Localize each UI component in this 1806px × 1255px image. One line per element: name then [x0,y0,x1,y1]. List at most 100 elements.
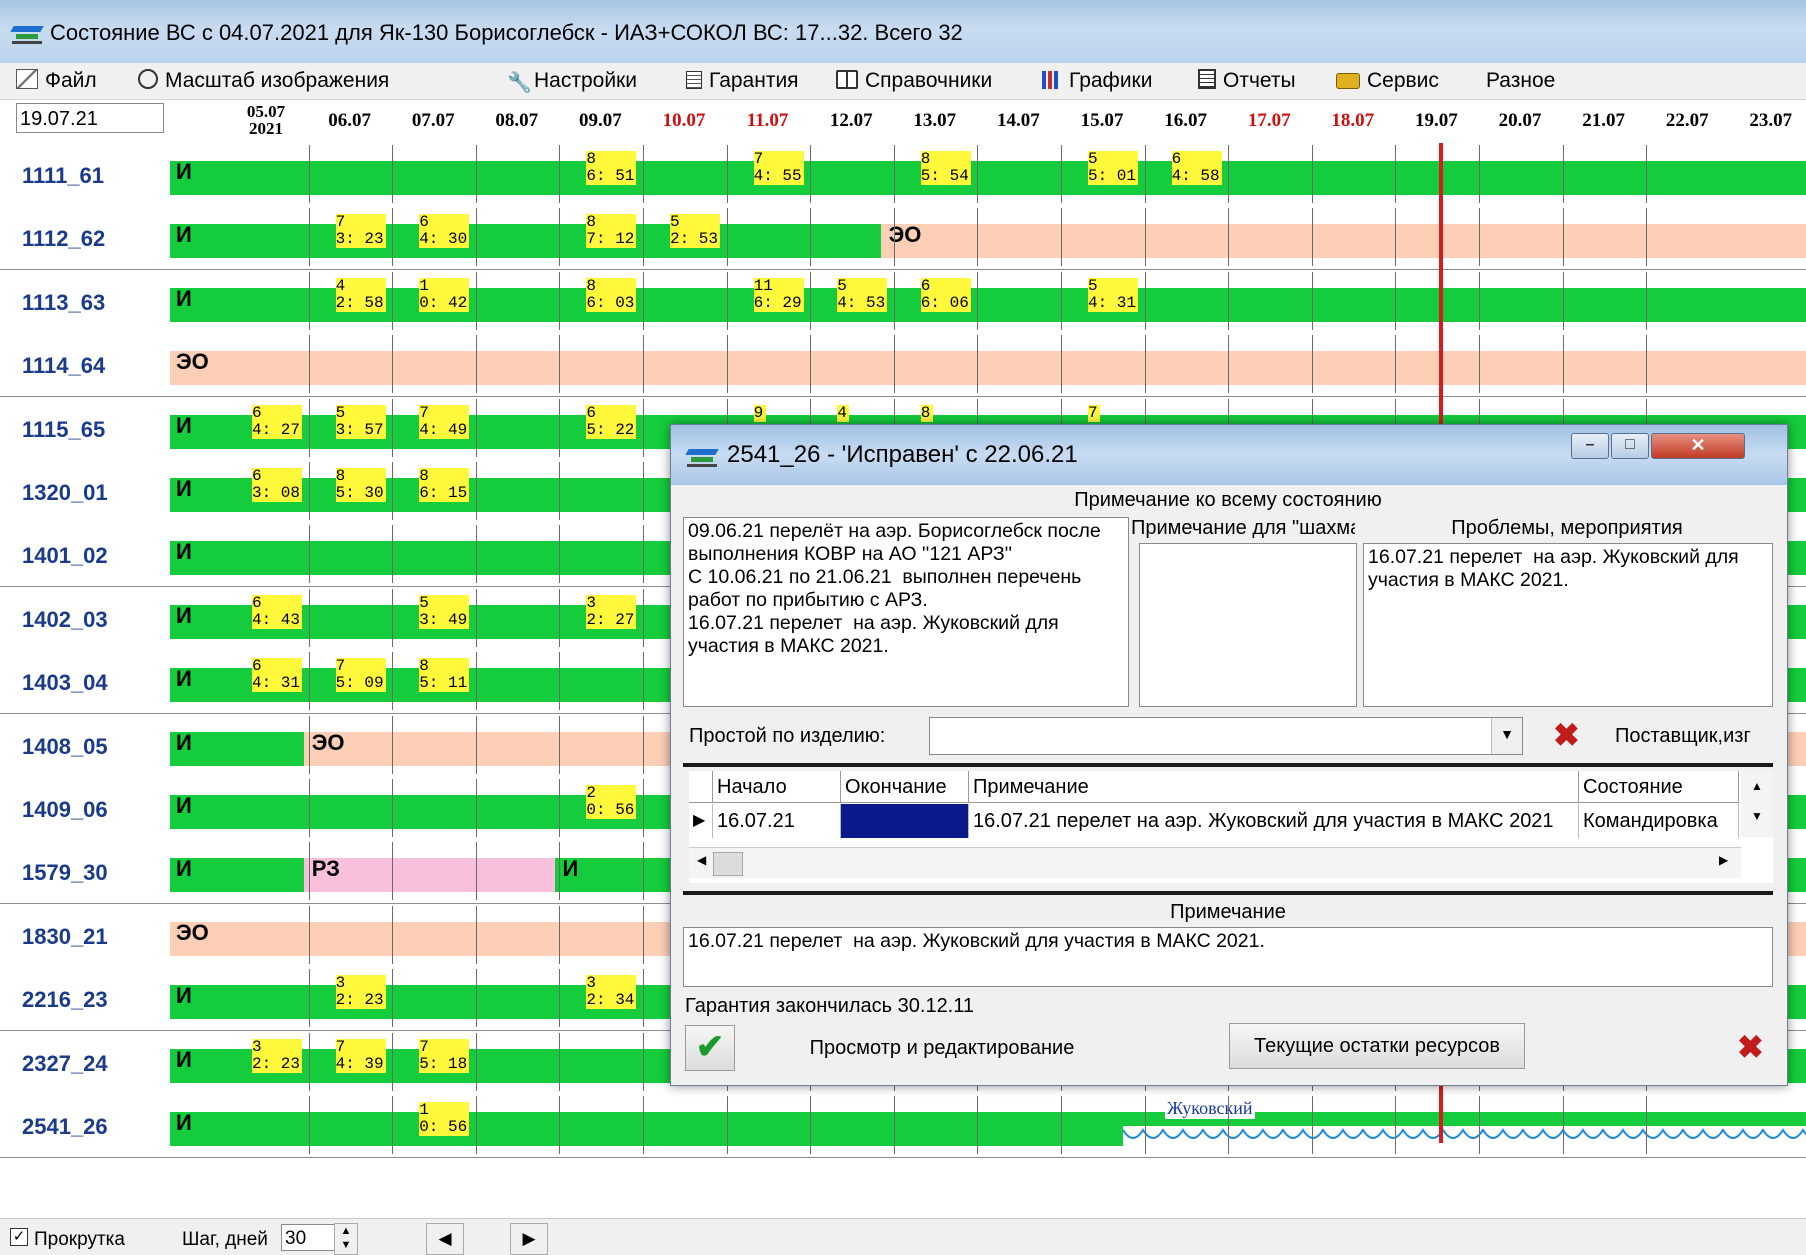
date-column-12.07[interactable]: 12.07 [811,110,891,132]
aircraft-id[interactable]: 1579_30 [22,860,108,886]
date-column-11.07[interactable]: 11.07 [728,110,808,132]
flight-marker[interactable]: 7 [1088,404,1100,422]
view-edit-button[interactable]: Просмотр и редактирование [735,1025,1149,1071]
scroll-checkbox[interactable]: ✓ [10,1228,28,1246]
aircraft-id[interactable]: 2541_26 [22,1114,108,1140]
date-column-22.07[interactable]: 22.07 [1647,110,1727,132]
flight-marker[interactable]: 6 6: 06 [920,277,971,312]
cancel-x-button[interactable]: ✖ [1737,1029,1764,1065]
flight-marker[interactable]: 7 5: 09 [335,658,386,693]
flight-marker[interactable]: 6 4: 30 [419,214,470,249]
state-bar-green[interactable] [170,287,1806,322]
dialog-close-button[interactable]: ✕ [1651,433,1745,459]
date-column-10.07[interactable]: 10.07 [644,110,724,132]
scroll-next-button[interactable]: ▶ [510,1223,548,1255]
aircraft-row-1113_63[interactable]: 1113_63 И 4 2: 58 1 0: 42 8 6: 03 11 6: 29 5 4: 53 6… [0,269,1806,334]
menu-misc[interactable]: Разное [1486,69,1555,93]
state-bar-green[interactable] [170,1112,1124,1146]
date-column-15.07[interactable]: 15.07 [1062,110,1142,132]
flight-marker[interactable]: 5 2: 53 [670,214,721,249]
supplier-label[interactable]: Поставщик,изг [1615,725,1775,748]
flight-marker[interactable]: 8 7: 12 [586,214,637,249]
dialog-titlebar[interactable]: 2541_26 - 'Исправен' с 22.06.21 – □ ✕ [671,425,1787,485]
date-column-20.07[interactable]: 20.07 [1480,110,1560,132]
aircraft-id[interactable]: 1403_04 [22,670,108,696]
aircraft-id[interactable]: 1113_63 [22,290,105,316]
minimize-button[interactable]: – [1571,433,1609,459]
aircraft-id[interactable]: 1401_02 [22,543,108,569]
flight-marker[interactable]: 6 3: 08 [252,468,303,502]
flight-marker[interactable]: 5 4: 31 [1088,277,1139,312]
flight-marker[interactable]: 8 6: 03 [586,277,637,312]
aircraft-id[interactable]: 1409_06 [22,797,108,823]
flight-marker[interactable]: 8 6: 15 [419,468,470,502]
grid-cell-state[interactable]: Командировка [1579,804,1739,838]
date-column-18.07[interactable]: 18.07 [1313,110,1393,132]
flight-marker[interactable]: 3 2: 23 [252,1038,303,1073]
flight-marker[interactable]: 6 4: 58 [1171,151,1222,185]
flight-marker[interactable]: 7 4: 55 [753,151,804,185]
grid-cell-end[interactable] [841,804,969,838]
grid-col-state[interactable]: Состояние [1579,771,1739,803]
state-bar-salmon[interactable] [880,224,1806,259]
date-column-23.07[interactable]: 23.07 [1731,110,1806,132]
aircraft-id[interactable]: 2216_23 [22,987,108,1013]
scroll-prev-button[interactable]: ◀ [426,1223,464,1255]
flight-marker[interactable]: 5 3: 49 [419,594,470,629]
grid-cell-note[interactable]: 16.07.21 перелет на аэр. Жуковский для у… [969,804,1579,838]
flight-marker[interactable]: 9 [753,404,766,422]
problems-textarea[interactable]: 16.07.21 перелет на аэр. Жуковский для у… [1363,543,1773,707]
aircraft-row-2541_26[interactable]: 2541_26 Жуковский И 1 0: 56 [0,1094,1806,1158]
date-column-06.07[interactable]: 06.07 [310,110,390,132]
aircraft-id[interactable]: 1830_21 [22,924,108,950]
state-bar-green[interactable] [170,161,1806,195]
aircraft-id[interactable]: 2327_24 [22,1051,108,1077]
date-column-16.07[interactable]: 16.07 [1146,110,1226,132]
chess-note-textarea[interactable] [1139,543,1357,707]
flight-marker[interactable]: 5 4: 53 [837,277,888,312]
aircraft-id[interactable]: 1115_65 [22,417,105,443]
flight-marker[interactable]: 6 4: 27 [252,404,303,439]
flight-marker[interactable]: 7 5: 18 [419,1038,470,1073]
aircraft-id[interactable]: 1112_62 [22,226,105,252]
date-column-09.07[interactable]: 09.07 [560,110,640,132]
maximize-button[interactable]: □ [1611,433,1649,459]
menu-references[interactable]: Справочники [836,69,992,93]
date-column-17.07[interactable]: 17.07 [1229,110,1309,132]
flight-marker[interactable]: 1 0: 42 [419,277,470,312]
grid-cell-start[interactable]: 16.07.21 [713,804,841,838]
flight-marker[interactable]: 5 3: 57 [335,404,386,439]
date-column-05.07[interactable]: 05.07 2021 [226,103,306,137]
scroll-left-icon[interactable]: ◀ [697,853,706,867]
flight-marker[interactable]: 2 0: 56 [586,785,637,819]
flight-marker[interactable]: 6 5: 22 [586,404,637,439]
menu-charts[interactable]: Графики [1042,69,1152,93]
state-bar-salmon[interactable] [170,351,1806,386]
flight-marker[interactable]: 7 4: 39 [335,1038,386,1073]
flight-marker[interactable]: 3 2: 34 [586,975,637,1010]
grid-hscroll[interactable]: ◀ ▶ [689,847,1741,878]
flight-marker[interactable]: 4 [837,404,850,422]
aircraft-row-1112_62[interactable]: 1112_62 ЭО И 7 3: 23 6 4: 30 8 7: 12 5 2: 53 [0,206,1806,271]
flight-marker[interactable]: 1 0: 56 [419,1102,470,1136]
flight-marker[interactable]: 6 4: 43 [252,594,303,629]
date-column-08.07[interactable]: 08.07 [477,110,557,132]
aircraft-id[interactable]: 1111_61 [22,163,104,189]
menu-service[interactable]: Сервис [1336,69,1439,93]
flight-marker[interactable]: 7 3: 23 [335,214,386,249]
step-spinner[interactable]: ▲ ▼ [334,1223,358,1255]
state-bar-pink[interactable] [303,858,555,893]
state-bar-green[interactable] [170,224,881,259]
aircraft-id[interactable]: 1320_01 [22,480,108,506]
flight-marker[interactable]: 8 5: 54 [920,151,971,185]
chevron-down-icon[interactable]: ▼ [1491,718,1522,754]
date-column-21.07[interactable]: 21.07 [1564,110,1644,132]
grid-col-end[interactable]: Окончание [841,771,969,803]
ok-check-button[interactable]: ✔ [685,1025,735,1071]
aircraft-id[interactable]: 1114_64 [22,353,105,379]
scroll-right-icon[interactable]: ▶ [1719,853,1728,867]
aircraft-id[interactable]: 1402_03 [22,607,108,633]
flight-marker[interactable]: 11 6: 29 [753,277,804,312]
date-column-13.07[interactable]: 13.07 [895,110,975,132]
flight-marker[interactable]: 5 5: 01 [1088,151,1139,185]
